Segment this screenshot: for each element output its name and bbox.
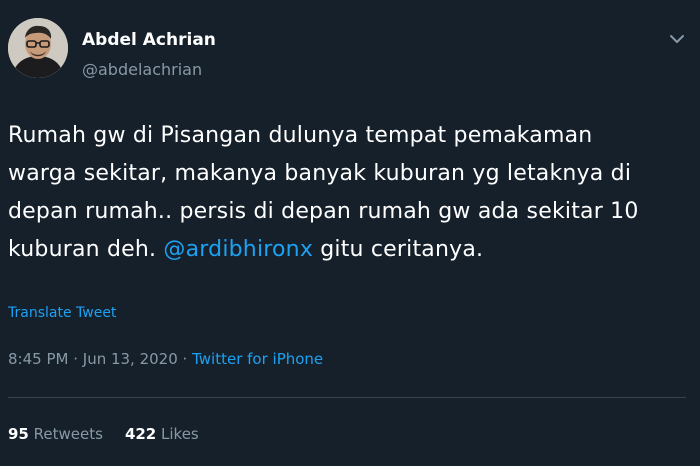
retweets-stat[interactable]: 95 Retweets — [8, 425, 103, 443]
meta-separator: · — [68, 350, 83, 368]
display-name[interactable]: Abdel Achrian — [82, 30, 216, 50]
tweet-text-line: depan rumah.. persis di depan rumah gw a… — [8, 199, 639, 224]
likes-count: 422 — [124, 425, 157, 443]
avatar[interactable] — [8, 18, 68, 78]
tweet-text: Rumah gw di Pisangan dulunya tempat pema… — [8, 117, 678, 269]
likes-stat[interactable]: 422 Likes — [125, 425, 199, 443]
tweet-text-line: kuburan deh. @ardibhironx gitu ceritanya… — [8, 231, 678, 269]
tweet-time[interactable]: 8:45 PM — [8, 350, 68, 368]
tweet-stats: 95 Retweets 422 Likes — [8, 425, 221, 443]
tweet-text-segment: kuburan deh. — [8, 237, 164, 262]
tweet-text-line: warga sekitar, makanya banyak kuburan yg… — [8, 161, 632, 186]
tweet-source-link[interactable]: Twitter for iPhone — [192, 350, 323, 368]
translate-tweet-link[interactable]: Translate Tweet — [8, 305, 116, 321]
tweet-card: Abdel Achrian @abdelachrian Rumah gw di … — [0, 0, 700, 466]
profile-photo-icon — [8, 18, 68, 78]
mention-link[interactable]: @ardibhironx — [163, 237, 313, 262]
user-handle[interactable]: @abdelachrian — [82, 60, 202, 79]
divider — [8, 397, 686, 398]
tweet-date[interactable]: Jun 13, 2020 — [83, 350, 178, 368]
meta-separator: · — [177, 350, 193, 368]
likes-label: Likes — [161, 425, 199, 443]
chevron-down-icon[interactable] — [666, 28, 688, 50]
retweets-label: Retweets — [33, 425, 103, 443]
tweet-text-line: Rumah gw di Pisangan dulunya tempat pema… — [8, 123, 593, 148]
tweet-meta: 8:45 PM · Jun 13, 2020 · Twitter for iPh… — [8, 350, 323, 368]
tweet-text-segment: gitu ceritanya. — [313, 237, 484, 262]
retweets-count: 95 — [8, 425, 29, 443]
